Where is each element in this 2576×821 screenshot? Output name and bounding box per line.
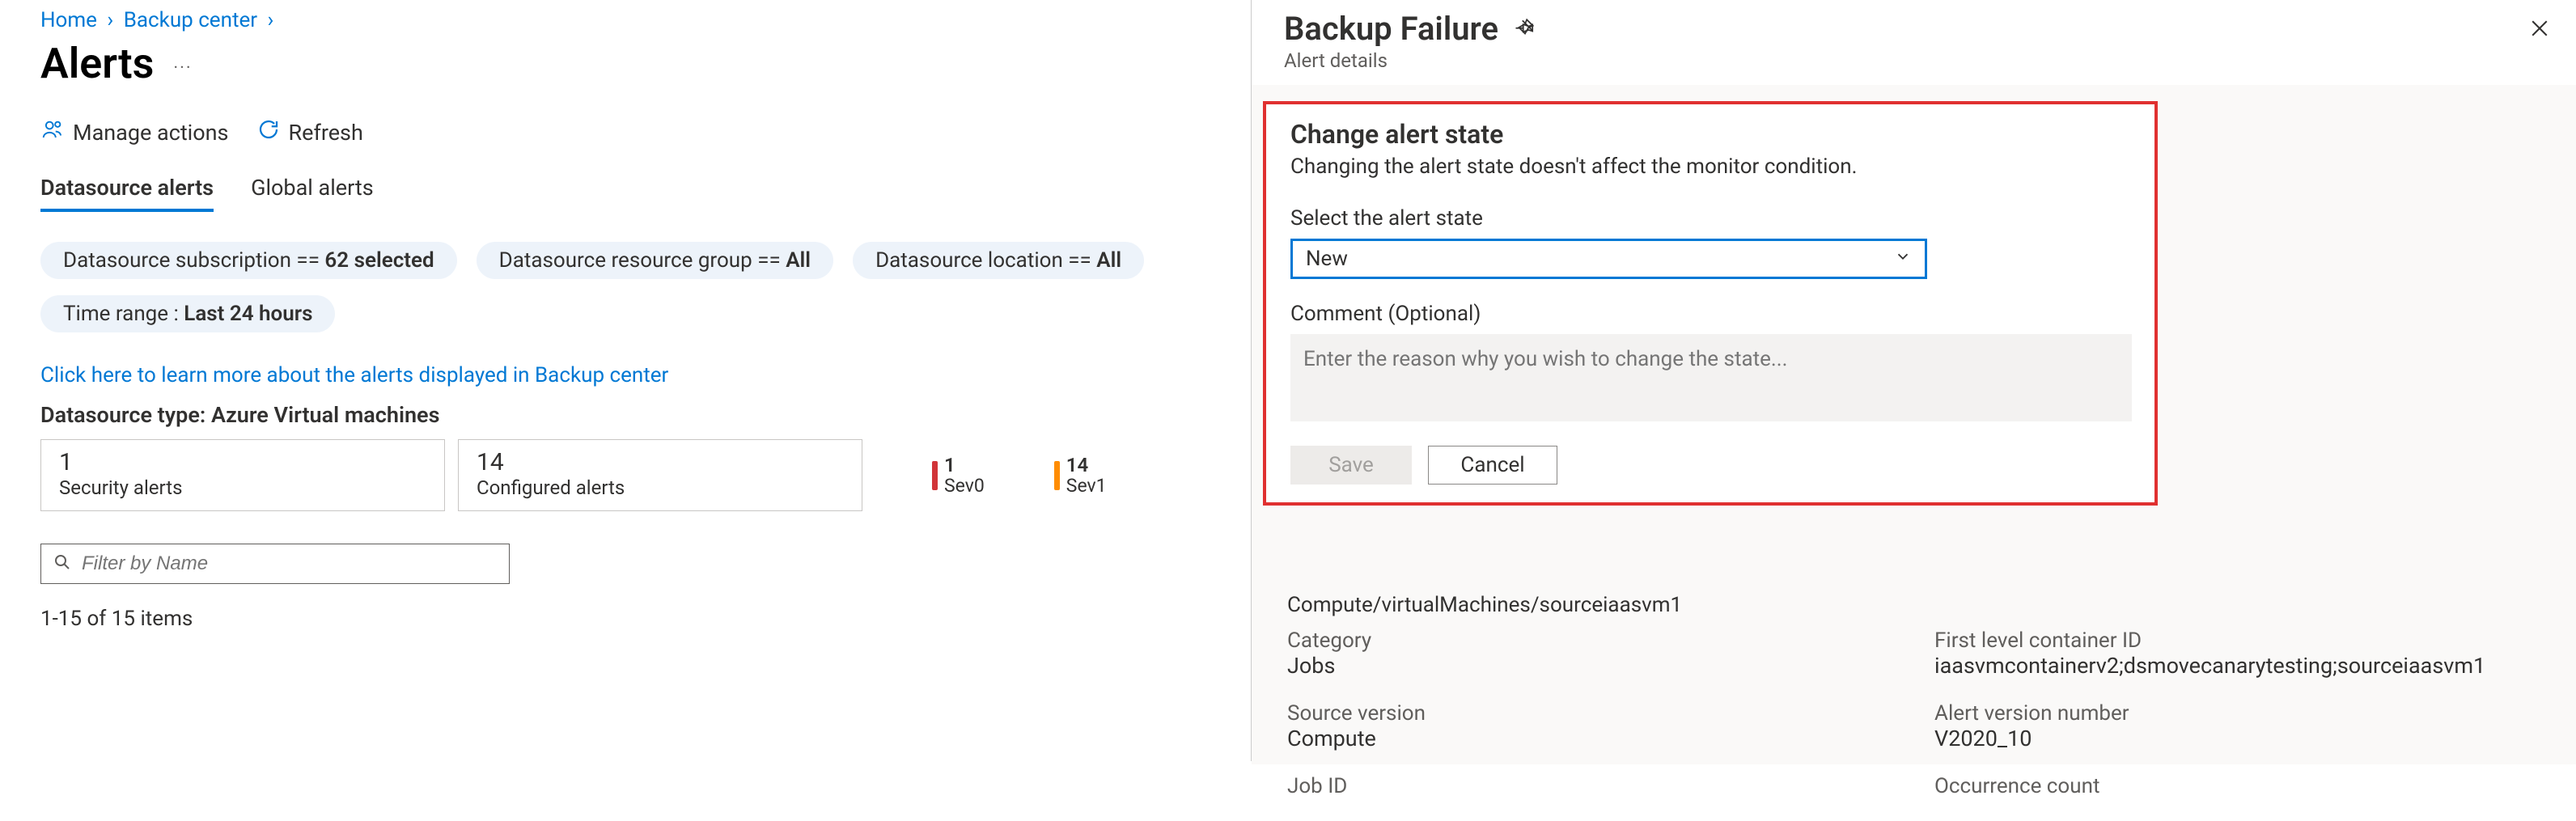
people-icon [40, 117, 65, 147]
security-alerts-count: 1 [59, 448, 426, 476]
breadcrumb-separator: › [107, 8, 113, 32]
change-state-title: Change alert state [1290, 119, 2130, 150]
alert-version-value: V2020_10 [1934, 726, 2549, 751]
change-state-button-row: Save Cancel [1290, 446, 2130, 485]
refresh-label: Refresh [289, 120, 363, 146]
filter-resource-group-value: All [786, 248, 811, 273]
panel-title: Backup Failure [1284, 10, 1498, 48]
refresh-button[interactable]: Refresh [256, 117, 363, 147]
sev1-indicator: 14 Sev1 [1054, 455, 1107, 497]
panel-header: Backup Failure Alert details [1252, 0, 2576, 85]
page-title: Alerts [40, 39, 154, 88]
filter-resource-group-prefix: Datasource resource group == [499, 248, 786, 273]
alert-state-value: New [1306, 247, 1348, 271]
alerts-main-pane: Home › Backup center › Alerts ··· Manage… [0, 0, 1246, 761]
breadcrumb-backup-center[interactable]: Backup center [124, 8, 257, 32]
configured-alerts-label: Configured alerts [477, 476, 844, 499]
save-button[interactable]: Save [1290, 446, 1412, 485]
refresh-icon [256, 117, 281, 147]
chevron-down-icon [1894, 247, 1912, 271]
alert-details-grid: Compute/virtualMachines/sourceiaasvm1 Ca… [1287, 593, 2549, 821]
category-value: Jobs [1287, 653, 1934, 679]
sev1-count: 14 [1066, 455, 1107, 476]
category-label: Category [1287, 628, 1934, 653]
sev0-bar-icon [932, 461, 938, 490]
filter-time-range-value: Last 24 hours [184, 302, 312, 326]
job-id-label: Job ID [1287, 774, 1934, 798]
page-title-row: Alerts ··· [40, 39, 1205, 88]
datasource-type-label: Datasource type: Azure Virtual machines [40, 402, 1205, 428]
security-alerts-label: Security alerts [59, 476, 426, 499]
change-alert-state-box: Change alert state Changing the alert st… [1263, 101, 2158, 506]
learn-more-link[interactable]: Click here to learn more about the alert… [40, 363, 668, 387]
breadcrumb-home[interactable]: Home [40, 8, 97, 32]
manage-actions-button[interactable]: Manage actions [40, 117, 229, 147]
filter-row-1: Datasource subscription == 62 selected D… [40, 242, 1205, 279]
tabs: Datasource alerts Global alerts [40, 175, 1205, 213]
sev1-bar-icon [1054, 461, 1060, 490]
occurrence-count-label: Occurrence count [1934, 774, 2549, 798]
filter-by-name-input[interactable] [80, 552, 498, 576]
filter-by-name-input-wrapper[interactable] [40, 544, 510, 584]
container-id-value: iaasvmcontainerv2;dsmovecanarytesting;so… [1934, 653, 2549, 679]
pin-icon[interactable] [1515, 17, 1536, 41]
filter-row-2: Time range : Last 24 hours [40, 295, 1205, 332]
panel-subtitle: Alert details [1284, 49, 2544, 72]
select-state-label: Select the alert state [1290, 206, 2130, 231]
comment-textarea[interactable] [1290, 334, 2132, 421]
manage-actions-label: Manage actions [73, 120, 229, 146]
tab-datasource-alerts[interactable]: Datasource alerts [40, 175, 214, 212]
change-state-description: Changing the alert state doesn't affect … [1290, 154, 2130, 179]
sev0-indicator: 1 Sev0 [932, 455, 985, 497]
filter-time-range[interactable]: Time range : Last 24 hours [40, 295, 335, 332]
search-icon [53, 552, 72, 575]
summary-cards: 1 Security alerts 14 Configured alerts 1… [40, 439, 1205, 511]
configured-alerts-card[interactable]: 14 Configured alerts [458, 439, 862, 511]
breadcrumb-separator: › [268, 8, 274, 32]
panel-body: Change alert state Changing the alert st… [1252, 85, 2576, 764]
resource-path-partial: Compute/virtualMachines/sourceiaasvm1 [1287, 593, 2549, 617]
security-alerts-card[interactable]: 1 Security alerts [40, 439, 445, 511]
sev1-label: Sev1 [1066, 476, 1107, 496]
alert-version-label: Alert version number [1934, 701, 2549, 726]
breadcrumb: Home › Backup center › [40, 8, 1205, 32]
sev0-label: Sev0 [944, 476, 985, 496]
container-id-label: First level container ID [1934, 628, 2549, 653]
filter-resource-group[interactable]: Datasource resource group == All [477, 242, 833, 279]
sev0-count: 1 [944, 455, 985, 476]
filter-location[interactable]: Datasource location == All [853, 242, 1144, 279]
tab-global-alerts[interactable]: Global alerts [251, 175, 374, 212]
cancel-button[interactable]: Cancel [1428, 446, 1557, 485]
filter-time-range-prefix: Time range : [63, 302, 184, 326]
source-version-value: Compute [1287, 726, 1934, 751]
configured-alerts-count: 14 [477, 448, 844, 476]
comment-label: Comment (Optional) [1290, 302, 2130, 326]
filter-subscription-value: 62 selected [324, 248, 434, 273]
toolbar: Manage actions Refresh [40, 117, 1205, 147]
filter-subscription[interactable]: Datasource subscription == 62 selected [40, 242, 457, 279]
alert-details-panel: Backup Failure Alert details Change aler… [1251, 0, 2576, 761]
alert-state-select[interactable]: New [1290, 239, 1927, 279]
close-icon[interactable] [2527, 16, 2552, 44]
filter-location-prefix: Datasource location == [875, 248, 1096, 273]
source-version-label: Source version [1287, 701, 1934, 726]
more-menu-icon[interactable]: ··· [173, 58, 192, 78]
filter-location-value: All [1096, 248, 1121, 273]
filter-subscription-prefix: Datasource subscription == [63, 248, 324, 273]
result-count: 1-15 of 15 items [40, 607, 1205, 631]
